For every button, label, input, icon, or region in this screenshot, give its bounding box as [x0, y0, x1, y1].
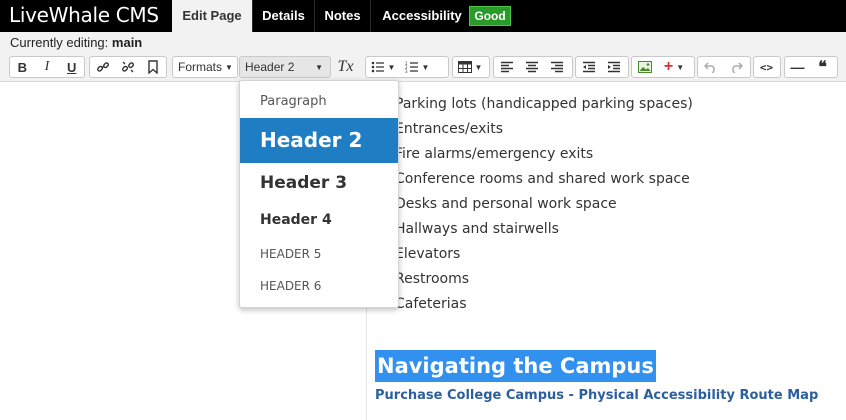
clear-formatting-icon: Tx — [333, 57, 358, 77]
numbered-list-icon: 123 — [405, 61, 418, 73]
align-center-button[interactable] — [519, 57, 544, 77]
list-item: Desks and personal work space — [395, 196, 617, 212]
list-item: Entrances/exits — [395, 121, 504, 137]
formats-label-text: Formats — [178, 60, 223, 74]
indent-icon — [607, 61, 620, 73]
chevron-down-icon: ▼ — [421, 62, 430, 72]
redo-button[interactable] — [723, 57, 748, 77]
list-item: Elevators — [395, 246, 461, 262]
blockquote-button[interactable]: ❝ — [810, 57, 835, 77]
align-left-icon — [500, 61, 513, 73]
italic-button[interactable]: I — [35, 57, 60, 77]
format-option-header-2[interactable]: Header 2 — [240, 118, 398, 163]
tab-notes[interactable]: Notes — [314, 0, 370, 32]
source-code-glyph: <> — [759, 60, 774, 74]
insert-image-button[interactable] — [632, 57, 657, 77]
bookmark-icon — [147, 60, 158, 74]
toolbar-insert-group: + ▼ — [631, 56, 695, 78]
block-format-select[interactable]: Header 2 ▼ — [239, 56, 331, 78]
chevron-down-icon: ▼ — [387, 62, 396, 72]
align-left-button[interactable] — [494, 57, 519, 77]
table-icon — [457, 61, 472, 73]
toolbar-link-group — [89, 56, 167, 78]
toolbar-indent-group — [575, 56, 629, 78]
toolbar-block-group: — ❝ — [784, 56, 838, 78]
accessibility-status-badge: Good — [469, 6, 511, 26]
currently-editing: Currently editing: main — [10, 35, 142, 50]
list-item: Conference rooms and shared work space — [395, 171, 690, 187]
source-code-button[interactable]: <> — [753, 56, 781, 78]
tab-edit-page-label: Edit Page — [182, 8, 242, 23]
blockquote-icon: ❝ — [818, 59, 827, 76]
toolbar-list-group: ▼ 123 ▼ — [365, 56, 449, 78]
currently-editing-name: main — [111, 35, 143, 50]
list-item: Cafeterias — [395, 296, 467, 312]
unlink-icon — [121, 61, 134, 73]
horizontal-rule-icon: — — [790, 59, 805, 75]
clear-formatting-button[interactable]: Tx — [333, 56, 359, 78]
horizontal-rule-button[interactable]: — — [785, 57, 810, 77]
link-button[interactable] — [90, 57, 115, 77]
redo-icon — [731, 62, 743, 73]
block-format-dropdown: Paragraph Header 2 Header 3 Header 4 HEA… — [239, 80, 399, 308]
svg-text:3: 3 — [405, 69, 408, 73]
format-option-paragraph[interactable]: Paragraph — [240, 91, 398, 113]
bullet-list-button[interactable]: ▼ — [366, 57, 400, 77]
format-option-header-5[interactable]: HEADER 5 — [240, 243, 398, 265]
tab-notes-label: Notes — [324, 8, 361, 23]
link-icon — [96, 62, 109, 72]
list-item: Parking lots (handicapped parking spaces… — [395, 96, 693, 112]
insert-menu-button[interactable]: + ▼ — [657, 57, 691, 77]
undo-icon — [703, 62, 715, 73]
format-option-header-4[interactable]: Header 4 — [240, 207, 398, 233]
chevron-down-icon: ▼ — [474, 62, 483, 72]
align-right-button[interactable] — [544, 57, 569, 77]
block-format-value-text: Header 2 — [245, 60, 295, 74]
align-center-icon — [525, 61, 538, 73]
outdent-icon — [582, 61, 595, 73]
block-format-value: Header 2 ▼ — [240, 60, 328, 74]
table-button[interactable]: ▼ — [452, 56, 490, 78]
list-item: Restrooms — [395, 271, 470, 287]
indent-button[interactable] — [601, 57, 626, 77]
bullet-list-icon — [371, 61, 384, 73]
tab-accessibility-label: Accessibility — [382, 8, 462, 23]
toolbar-align-group — [493, 56, 573, 78]
plus-icon: + — [663, 58, 674, 75]
unlink-button[interactable] — [115, 57, 140, 77]
bold-button[interactable]: B — [10, 57, 35, 77]
currently-editing-label: Currently editing: — [10, 35, 109, 50]
outdent-button[interactable] — [576, 57, 601, 77]
underline-button[interactable]: U — [59, 57, 84, 77]
chevron-down-icon: ▼ — [225, 62, 233, 72]
format-option-header-6[interactable]: HEADER 6 — [240, 275, 398, 297]
formats-label: Formats ▼ — [173, 60, 233, 74]
align-right-icon — [550, 61, 563, 73]
selected-heading[interactable]: Navigating the Campus — [375, 350, 656, 382]
tab-details-label: Details — [262, 8, 305, 23]
clear-formatting-glyph: Tx — [337, 58, 354, 75]
format-option-header-3[interactable]: Header 3 — [240, 168, 398, 198]
top-bar: LiveWhale CMS Edit Page Details Notes Ac… — [0, 0, 846, 32]
formats-menu-button[interactable]: Formats ▼ — [172, 56, 238, 78]
undo-button[interactable] — [698, 57, 723, 77]
chevron-down-icon: ▼ — [676, 62, 685, 72]
tab-details[interactable]: Details — [252, 0, 314, 32]
toolbar-text-style-group: B I U — [9, 56, 85, 78]
chevron-down-icon: ▼ — [315, 62, 323, 72]
anchor-button[interactable] — [140, 57, 165, 77]
tab-edit-page[interactable]: Edit Page — [172, 0, 252, 32]
numbered-list-button[interactable]: 123 ▼ — [400, 57, 434, 77]
list-item: Hallways and stairwells — [395, 221, 559, 237]
route-map-link[interactable]: Purchase College Campus - Physical Acces… — [375, 388, 818, 403]
tab-accessibility[interactable]: Accessibility Good — [370, 0, 522, 32]
image-icon — [637, 61, 652, 73]
app-logo: LiveWhale CMS — [9, 3, 159, 27]
toolbar-history-group — [697, 56, 751, 78]
source-code-icon: <> — [754, 57, 779, 77]
table-button-inner: ▼ — [453, 57, 487, 77]
list-item: Fire alarms/emergency exits — [395, 146, 594, 162]
